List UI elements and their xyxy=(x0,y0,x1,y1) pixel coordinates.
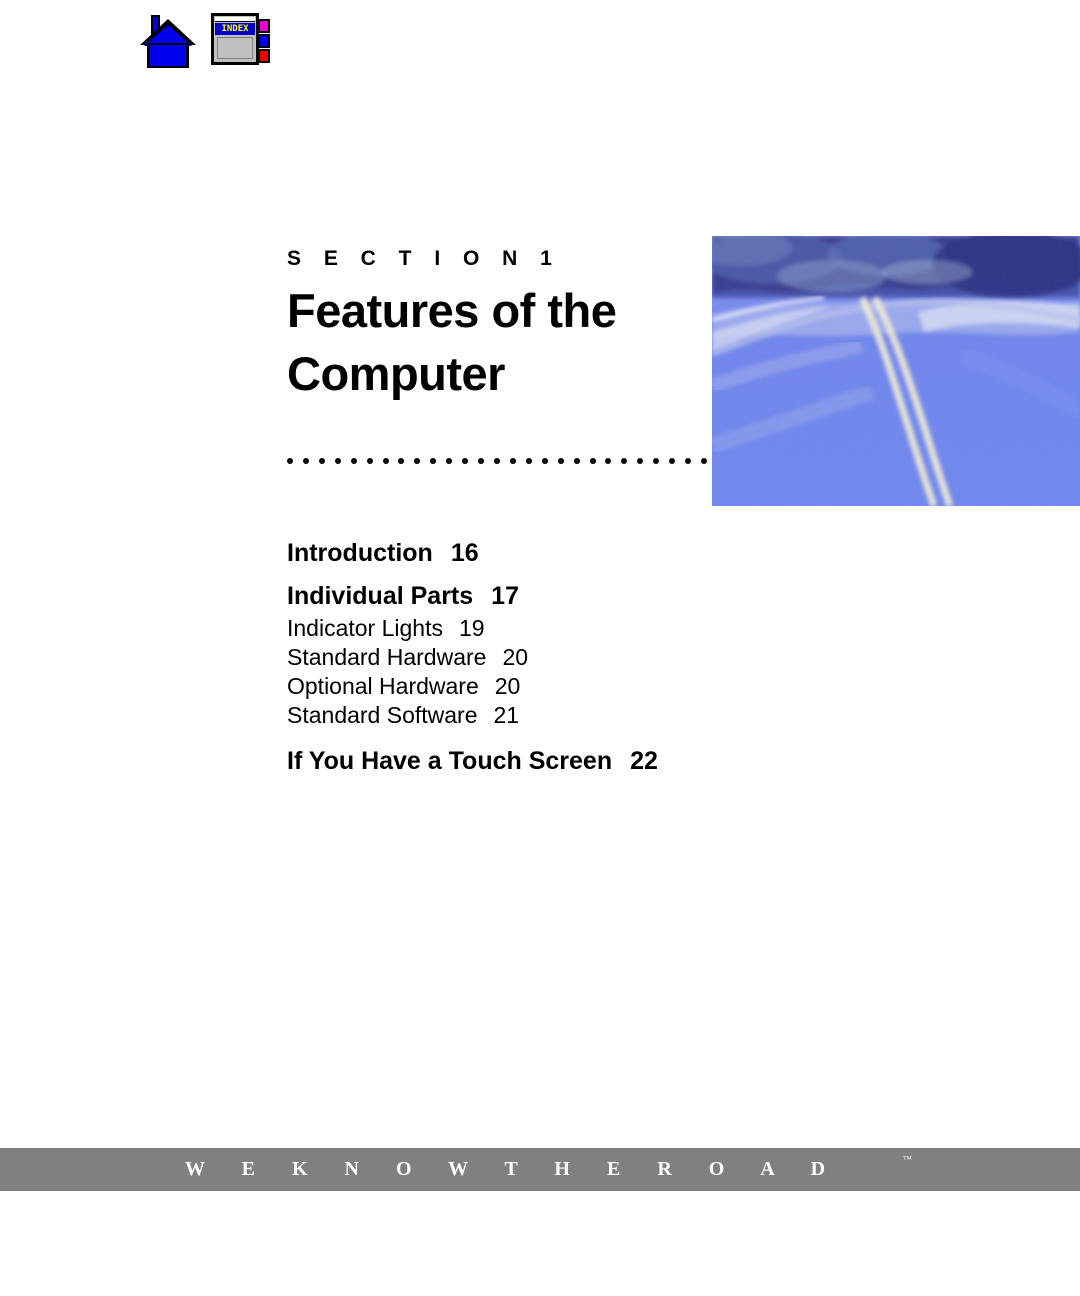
divider-dot xyxy=(382,458,389,464)
home-icon[interactable] xyxy=(140,13,196,68)
toc-entry-label: Standard Hardware xyxy=(287,644,487,670)
trademark-symbol: ™ xyxy=(903,1154,913,1164)
divider-dot xyxy=(334,458,341,464)
title-block: S E C T I O N 1 Features of the Computer xyxy=(287,246,707,405)
winding-road-photo xyxy=(712,236,1080,506)
toc-entry-introduction[interactable]: Introduction 16 xyxy=(287,538,807,569)
toc-entry-page-number: 16 xyxy=(450,539,479,567)
divider-dot xyxy=(700,458,707,464)
toc-group-gap xyxy=(287,730,807,746)
divider-dot xyxy=(637,458,644,464)
footer-tagline: W E K N O W T H E R O A D xyxy=(185,1158,842,1180)
divider-dot xyxy=(430,458,437,464)
divider-dot xyxy=(302,458,309,464)
toc-entry-if-you-have-a-touch-screen[interactable]: If You Have a Touch Screen 22 xyxy=(287,746,807,777)
divider-dot xyxy=(478,458,485,464)
divider-dot xyxy=(509,458,516,464)
section-eyebrow: S E C T I O N 1 xyxy=(287,247,561,270)
divider-dot xyxy=(350,458,357,464)
divider-dot xyxy=(366,458,373,464)
toc-entry-standard-hardware[interactable]: Standard Hardware 20 xyxy=(287,643,807,672)
divider-dot xyxy=(525,458,532,464)
toc-entry-optional-hardware[interactable]: Optional Hardware 20 xyxy=(287,672,807,701)
index-window-topbar xyxy=(215,17,255,22)
toc-entry-page-number: 17 xyxy=(491,582,519,610)
toc-entry-label: Indicator Lights xyxy=(287,615,443,641)
page-title: Features of the Computer xyxy=(287,280,707,405)
toc-entry-label: Optional Hardware xyxy=(287,673,479,699)
divider-dot xyxy=(287,458,293,464)
divider-dot xyxy=(573,458,580,464)
divider-dot xyxy=(653,458,660,464)
divider-dot xyxy=(605,458,612,464)
toc-entry-label: Standard Software xyxy=(287,702,478,728)
divider-dot xyxy=(462,458,469,464)
table-of-contents: Introduction 16 Individual Parts 17 Indicato… xyxy=(287,538,807,789)
index-tab-red[interactable] xyxy=(258,49,270,63)
index-tab-blue[interactable] xyxy=(258,34,270,48)
dotted-divider xyxy=(287,456,707,466)
road-photo-svg xyxy=(712,236,1080,506)
toc-entry-indicator-lights[interactable]: Indicator Lights 19 xyxy=(287,614,807,643)
index-icon[interactable]: INDEX xyxy=(211,13,275,69)
toc-entry-standard-software[interactable]: Standard Software 21 xyxy=(287,701,807,730)
toc-entry-individual-parts[interactable]: Individual Parts 17 xyxy=(287,581,807,612)
divider-dot xyxy=(589,458,596,464)
divider-dot xyxy=(669,458,676,464)
footer-bar: W E K N O W T H E R O A D ™ xyxy=(0,1148,1080,1191)
divider-dot xyxy=(557,458,564,464)
toc-entry-label: If You Have a Touch Screen xyxy=(287,747,613,775)
divider-dot xyxy=(414,458,421,464)
toc-entry-page-number: 22 xyxy=(630,747,658,775)
toc-entry-label: Introduction xyxy=(287,539,433,567)
divider-dot xyxy=(398,458,405,464)
divider-dot xyxy=(541,458,548,464)
page-title-line-1: Features of the xyxy=(287,284,617,337)
toc-entry-page-number: 20 xyxy=(494,673,521,699)
navigation-icons: INDEX xyxy=(140,13,275,69)
toc-entry-page-number: 19 xyxy=(458,615,485,641)
toc-entry-label: Individual Parts xyxy=(287,582,474,610)
index-page-area xyxy=(217,37,253,59)
divider-dot xyxy=(318,458,325,464)
index-title-label: INDEX xyxy=(215,23,255,35)
index-tab-magenta[interactable] xyxy=(258,19,270,33)
toc-entry-page-number: 21 xyxy=(493,702,520,728)
divider-dot xyxy=(685,458,692,464)
home-body-fill xyxy=(150,45,186,66)
divider-dot xyxy=(493,458,500,464)
divider-dot xyxy=(621,458,628,464)
divider-dot xyxy=(446,458,453,464)
toc-entry-page-number: 20 xyxy=(502,644,529,670)
page-title-line-2: Computer xyxy=(287,346,505,400)
